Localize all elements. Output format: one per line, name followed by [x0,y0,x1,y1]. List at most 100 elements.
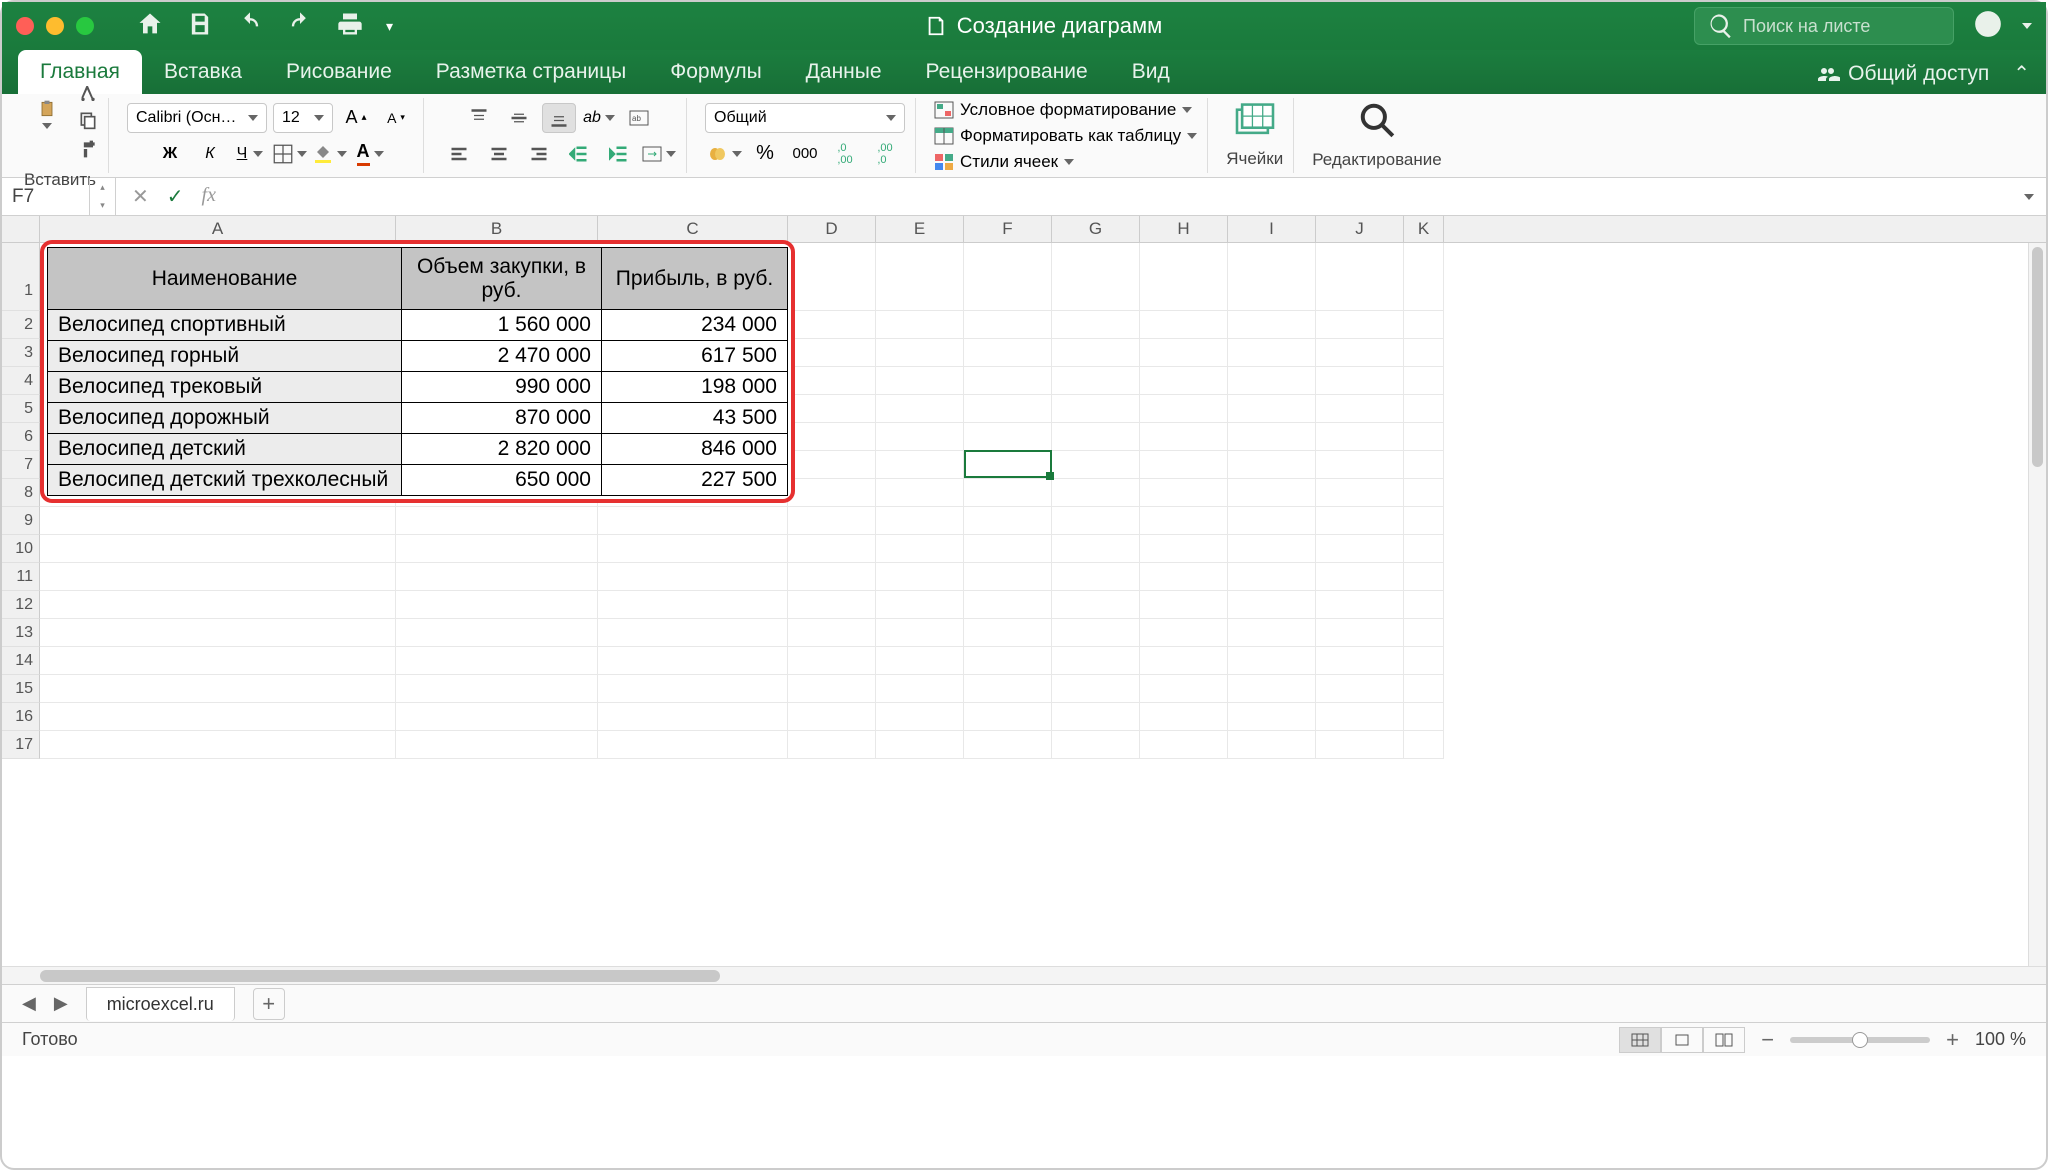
copy-icon[interactable] [78,110,98,135]
font-size-select[interactable]: 12 [273,103,333,133]
row-header[interactable]: 13 [2,619,40,647]
print-icon[interactable] [336,10,364,43]
find-button[interactable] [1358,101,1396,144]
table-cell[interactable]: 990 000 [402,372,602,403]
currency-icon[interactable] [708,139,742,169]
tab-data[interactable]: Данные [784,50,904,94]
table-cell[interactable]: 1 560 000 [402,310,602,341]
column-header[interactable]: A [40,216,396,242]
italic-button[interactable]: К [193,139,227,169]
paste-button[interactable] [22,95,72,151]
share-button[interactable]: Общий доступ [1816,62,1989,86]
tab-draw[interactable]: Рисование [264,50,414,94]
row-header[interactable]: 8 [2,479,40,507]
row-header[interactable]: 15 [2,675,40,703]
close-window-button[interactable] [16,17,34,35]
row-header[interactable]: 14 [2,647,40,675]
underline-button[interactable]: Ч [233,139,267,169]
font-color-button[interactable]: А [353,139,387,169]
column-header[interactable]: E [876,216,964,242]
table-header[interactable]: Наименование [48,248,402,310]
zoom-out-button[interactable]: − [1761,1027,1774,1053]
decrease-decimal-icon[interactable]: ,00,0 [868,139,902,169]
vertical-scrollbar[interactable] [2028,243,2046,966]
column-header[interactable]: G [1052,216,1140,242]
table-cell[interactable]: 2 470 000 [402,341,602,372]
expand-formula-bar-icon[interactable] [2024,194,2034,200]
column-header[interactable]: K [1404,216,1444,242]
fill-color-button[interactable] [313,139,347,169]
horizontal-scrollbar[interactable] [2,966,2046,984]
increase-indent-icon[interactable] [602,139,636,169]
row-header[interactable]: 2 [2,311,40,339]
align-top-icon[interactable] [462,103,496,133]
home-icon[interactable] [136,10,164,43]
conditional-formatting-button[interactable]: Условное форматирование [934,100,1192,120]
table-cell[interactable]: 870 000 [402,403,602,434]
merge-cells-icon[interactable] [642,139,676,169]
table-cell[interactable]: Велосипед спортивный [48,310,402,341]
user-icon[interactable] [1974,10,2002,43]
row-header[interactable]: 6 [2,423,40,451]
column-header[interactable]: C [598,216,788,242]
view-normal-icon[interactable] [1619,1027,1661,1053]
table-header[interactable]: Объем закупки, в руб. [402,248,602,310]
column-header[interactable]: B [396,216,598,242]
orientation-icon[interactable]: ab [582,103,616,133]
maximize-window-button[interactable] [76,17,94,35]
column-header[interactable]: H [1140,216,1228,242]
cells-button[interactable] [1234,102,1276,143]
decrease-indent-icon[interactable] [562,139,596,169]
table-cell[interactable]: Велосипед дорожный [48,403,402,434]
align-right-icon[interactable] [522,139,556,169]
column-header[interactable]: D [788,216,876,242]
sheet-nav-prev-icon[interactable]: ◀ [22,993,36,1014]
qat-dropdown-icon[interactable]: ▾ [386,18,393,35]
font-family-select[interactable]: Calibri (Осн… [127,103,267,133]
percent-icon[interactable]: % [748,139,782,169]
row-header[interactable]: 4 [2,367,40,395]
save-icon[interactable] [186,10,214,43]
row-header[interactable]: 3 [2,339,40,367]
bold-button[interactable]: Ж [153,139,187,169]
zoom-in-button[interactable]: + [1946,1027,1959,1053]
cells-area[interactable]: Наименование Объем закупки, в руб. Прибы… [40,243,2046,759]
tab-page-layout[interactable]: Разметка страницы [414,50,649,94]
row-header[interactable]: 5 [2,395,40,423]
tab-view[interactable]: Вид [1110,50,1192,94]
minimize-window-button[interactable] [46,17,64,35]
row-header[interactable]: 7 [2,451,40,479]
view-page-break-icon[interactable] [1703,1027,1745,1053]
row-header[interactable]: 1 [2,243,40,311]
table-cell[interactable]: 43 500 [602,403,788,434]
table-cell[interactable]: Велосипед детский трехколесный [48,465,402,496]
tab-insert[interactable]: Вставка [142,50,264,94]
fill-handle[interactable] [1046,472,1054,480]
confirm-formula-icon[interactable]: ✓ [167,184,184,209]
table-cell[interactable]: 234 000 [602,310,788,341]
row-header[interactable]: 9 [2,507,40,535]
table-cell[interactable]: 227 500 [602,465,788,496]
sheet-tab[interactable]: microexcel.ru [86,987,235,1021]
selected-cell[interactable] [964,450,1052,478]
view-page-layout-icon[interactable] [1661,1027,1703,1053]
comma-icon[interactable]: 000 [788,139,822,169]
select-all-corner[interactable] [2,216,40,242]
redo-icon[interactable] [286,10,314,43]
user-dropdown-icon[interactable] [2022,23,2032,29]
table-header[interactable]: Прибыль, в руб. [602,248,788,310]
increase-decimal-icon[interactable]: ,0,00 [828,139,862,169]
table-cell[interactable]: 198 000 [602,372,788,403]
name-box[interactable]: F7 [2,178,90,215]
row-header[interactable]: 16 [2,703,40,731]
table-cell[interactable]: Велосипед детский [48,434,402,465]
row-header[interactable]: 12 [2,591,40,619]
zoom-level[interactable]: 100 % [1975,1029,2026,1050]
fx-icon[interactable]: fx [202,184,216,209]
collapse-ribbon-icon[interactable]: ⌃ [2013,61,2030,86]
column-header[interactable]: J [1316,216,1404,242]
wrap-text-icon[interactable]: ab [622,103,656,133]
align-middle-icon[interactable] [502,103,536,133]
row-header[interactable]: 11 [2,563,40,591]
table-cell[interactable]: Велосипед горный [48,341,402,372]
